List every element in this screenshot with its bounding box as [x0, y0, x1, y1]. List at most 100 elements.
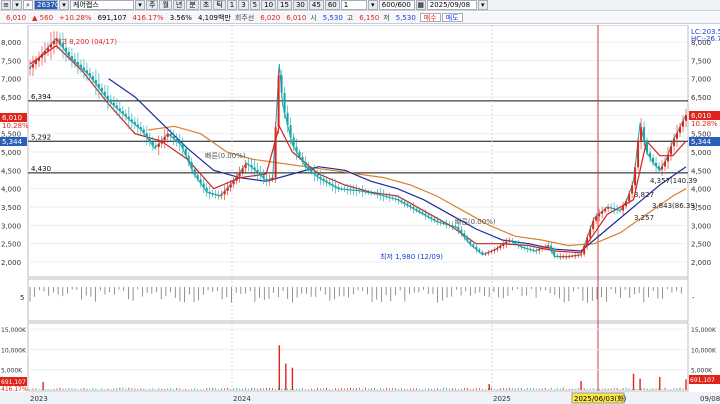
candle-body — [427, 215, 430, 218]
candle-body — [499, 246, 502, 249]
candle-body — [388, 196, 391, 198]
quote-bar: 6,010 ▲ 560 +10.28% 691,107 416.17% 3.56… — [0, 12, 720, 24]
candle-body — [646, 140, 649, 153]
annotation-level-a: 4,357(140.39 — [650, 177, 697, 185]
candle-body — [232, 180, 235, 185]
candle-body — [652, 157, 655, 163]
candle-body — [199, 179, 202, 184]
date-dropdown-icon[interactable]: ▾ — [477, 0, 488, 10]
period-year-button[interactable]: 년 — [172, 0, 186, 10]
candle-body — [664, 161, 667, 167]
interval-5-button[interactable]: 5 — [249, 0, 261, 10]
candle-body — [619, 209, 622, 211]
indicator-tick-5: 5 — [20, 294, 24, 302]
date-input[interactable]: 2025/09/08 — [426, 0, 477, 10]
period-second-button[interactable]: 초 — [199, 0, 213, 10]
low-label: 저 — [383, 13, 390, 22]
candle-body — [622, 206, 625, 211]
stock-code-input[interactable]: 263700 — [34, 0, 64, 10]
candle-body — [661, 166, 664, 170]
volume-pane[interactable] — [27, 322, 689, 392]
candle-body — [412, 206, 415, 209]
candle-body — [106, 95, 109, 100]
candle-body — [463, 233, 466, 238]
candle-body — [682, 120, 685, 127]
candle-body — [46, 47, 49, 51]
candle-body — [73, 59, 76, 62]
candle-body — [637, 140, 640, 168]
annotation-pattern1: 빠른(0.00%) — [205, 151, 246, 160]
interval-10-button[interactable]: 10 — [261, 0, 277, 10]
candle-body — [115, 105, 118, 109]
period-week-button[interactable]: 주 — [146, 0, 159, 10]
candle-body — [136, 124, 139, 127]
candle-body — [76, 61, 79, 65]
candle-body — [643, 127, 646, 141]
candle-body — [613, 208, 616, 210]
stock-name-field[interactable]: 케어랩스 — [70, 0, 134, 10]
dropdown-icon[interactable]: ▾ — [12, 0, 22, 10]
count-display[interactable]: 600/600 — [378, 0, 415, 10]
interval-dropdown-icon[interactable]: ▾ — [367, 0, 378, 10]
candle-body — [331, 183, 334, 186]
candle-body — [346, 189, 349, 191]
candle-body — [169, 133, 172, 137]
candle-body — [592, 220, 595, 230]
interval-45-button[interactable]: 45 — [308, 0, 324, 10]
calendar-icon[interactable]: ▦ — [415, 0, 426, 10]
current-price: 6,010 — [6, 13, 27, 22]
candle-body — [238, 172, 241, 177]
search-icon[interactable]: ⌕ — [23, 0, 33, 10]
candle-body — [235, 176, 238, 181]
candle-body — [202, 183, 205, 188]
candle-body — [223, 191, 226, 195]
period-tick-button[interactable]: 틱 — [213, 0, 226, 10]
candle-body — [535, 250, 538, 252]
price-change-pct: +10.28% — [59, 13, 92, 22]
candle-body — [160, 140, 163, 144]
candle-body — [37, 57, 40, 61]
candle-body — [337, 187, 340, 189]
period-minute-button[interactable]: 분 — [186, 0, 199, 10]
price-pane[interactable] — [27, 25, 689, 278]
candle-body — [196, 175, 199, 180]
candle-body — [184, 148, 187, 156]
candle-body — [118, 108, 121, 112]
interval-60-button[interactable]: 60 — [324, 0, 340, 10]
candle-body — [631, 185, 634, 194]
candle-body — [130, 119, 133, 122]
high-label: 고 — [346, 13, 354, 22]
candle-body — [433, 218, 436, 221]
candle-body — [598, 213, 601, 217]
volume-tick-left: 15,000K — [1, 327, 27, 334]
stock-chart[interactable]: 8,000 8,0007,500 7,5007,000 7,0006,500 6,500… — [0, 25, 720, 404]
search-button[interactable]: ▾ — [59, 0, 69, 10]
candle-body — [70, 56, 73, 60]
price-tag: 6,010 — [691, 112, 711, 120]
candle-body — [472, 244, 475, 247]
interval-custom-input[interactable]: 1 — [340, 0, 367, 10]
period-day-button[interactable]: ▾ — [135, 0, 145, 10]
candle-body — [454, 226, 457, 228]
candle-body — [250, 164, 253, 168]
candle-body — [247, 164, 250, 166]
candle-body — [430, 217, 433, 219]
candle-body — [589, 229, 592, 238]
candle-body — [109, 99, 112, 103]
x-tick-2025: 2025 — [493, 395, 511, 403]
interval-15-button[interactable]: 15 — [277, 0, 292, 10]
interval-1-button[interactable]: 1 — [226, 0, 238, 10]
buy-button[interactable]: 매수 — [419, 13, 441, 22]
candle-body — [100, 87, 103, 92]
indicator-pane[interactable] — [27, 278, 689, 322]
candle-body — [484, 253, 487, 255]
period-month-button[interactable]: 월 — [159, 0, 172, 10]
interval-3-button[interactable]: 3 — [238, 0, 249, 10]
volume-tag: 691,107 — [690, 377, 715, 384]
candle-body — [418, 210, 421, 212]
sell-button[interactable]: 매도 — [441, 13, 463, 22]
interval-30-button[interactable]: 30 — [292, 0, 308, 10]
candle-body — [79, 64, 82, 68]
candle-body — [382, 194, 385, 196]
menu-icon[interactable]: ≡ — [1, 0, 11, 10]
